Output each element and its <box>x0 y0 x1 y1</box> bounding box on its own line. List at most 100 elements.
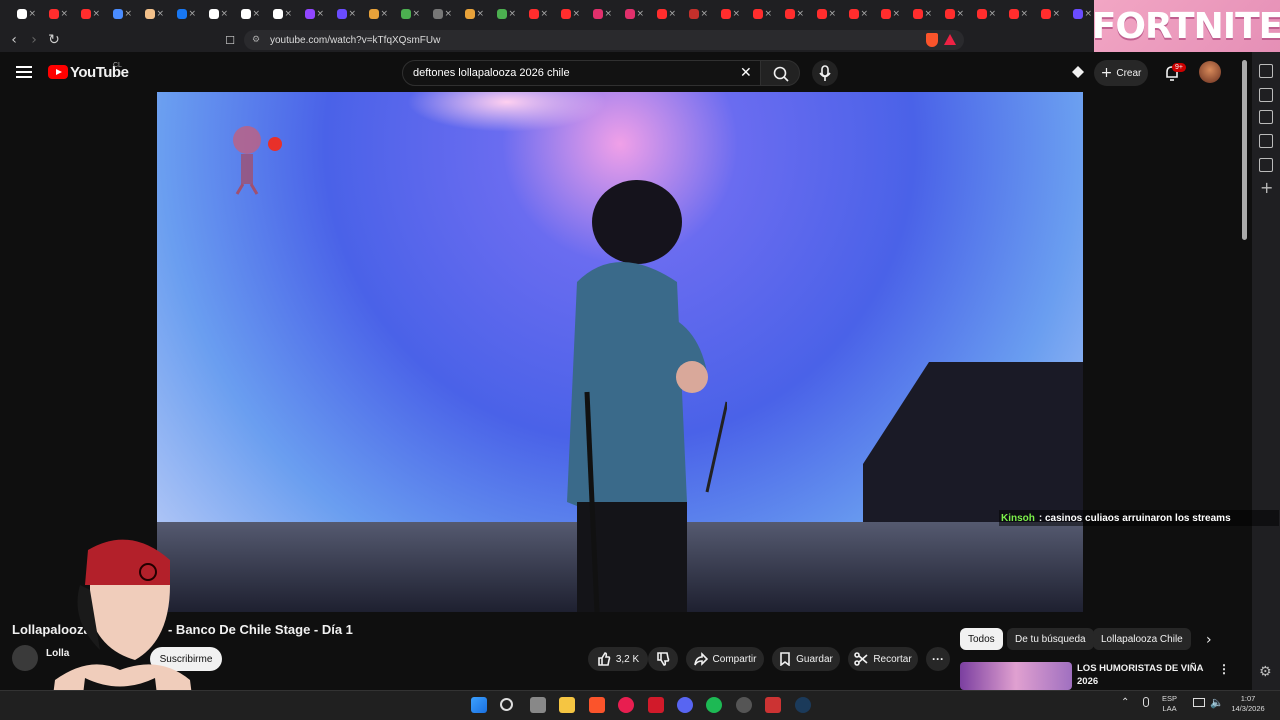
browser-tab[interactable]: × <box>966 0 998 28</box>
tab-close-icon[interactable]: × <box>924 9 932 19</box>
tab-close-icon[interactable]: × <box>572 9 580 19</box>
tab-close-icon[interactable]: × <box>700 9 708 19</box>
tab-close-icon[interactable]: × <box>348 9 356 19</box>
tab-close-icon[interactable]: × <box>988 9 996 19</box>
tab-close-icon[interactable]: × <box>284 9 292 19</box>
chip-de-tu-busqueda[interactable]: De tu búsqueda <box>1007 628 1094 650</box>
menu-icon[interactable] <box>16 66 32 78</box>
more-actions-button[interactable]: ··· <box>926 647 950 671</box>
browser-tab[interactable]: × <box>518 0 550 28</box>
create-button[interactable]: + Crear <box>1094 60 1148 86</box>
tab-close-icon[interactable]: × <box>444 9 452 19</box>
browser-tab[interactable]: × <box>774 0 806 28</box>
browser-tab[interactable]: × <box>902 0 934 28</box>
browser-tab[interactable]: × <box>742 0 774 28</box>
browser-tab[interactable]: × <box>838 0 870 28</box>
sidebar-icon-2[interactable] <box>1259 88 1273 102</box>
youtube-logo-icon[interactable] <box>48 65 68 79</box>
browser-tab[interactable]: × <box>454 0 486 28</box>
tray-mic-icon[interactable] <box>1143 697 1149 707</box>
tab-close-icon[interactable]: × <box>476 9 484 19</box>
tab-close-icon[interactable]: × <box>796 9 804 19</box>
tab-close-icon[interactable]: × <box>28 9 36 19</box>
like-button[interactable]: 3,2 K <box>588 647 648 671</box>
site-info-icon[interactable]: ⚙ <box>252 35 260 45</box>
chip-lollapalooza-chile[interactable]: Lollapalooza Chile <box>1093 628 1191 650</box>
browser-tab[interactable]: × <box>806 0 838 28</box>
browser-tab[interactable]: × <box>870 0 902 28</box>
discord-icon[interactable] <box>677 697 693 713</box>
browser-tab[interactable]: × <box>198 0 230 28</box>
video-player[interactable] <box>157 92 1083 612</box>
sidebar-icon-1[interactable] <box>1259 64 1273 78</box>
tab-close-icon[interactable]: × <box>220 9 228 19</box>
browser-tab[interactable]: × <box>262 0 294 28</box>
tab-close-icon[interactable]: × <box>604 9 612 19</box>
media-player-icon[interactable] <box>618 697 634 713</box>
page-scrollbar[interactable] <box>1242 60 1247 240</box>
account-avatar[interactable] <box>1199 61 1221 83</box>
browser-tab[interactable]: × <box>70 0 102 28</box>
add-icon[interactable]: + <box>1260 178 1273 197</box>
language-indicator[interactable]: ESP LAA <box>1162 694 1177 714</box>
tab-close-icon[interactable]: × <box>956 9 964 19</box>
steam-icon[interactable] <box>795 697 811 713</box>
search-input[interactable]: deftones lollapalooza 2026 chile <box>402 60 764 86</box>
spotify-icon[interactable] <box>706 697 722 713</box>
browser-tab[interactable]: × <box>422 0 454 28</box>
browser-tab[interactable]: × <box>582 0 614 28</box>
browser-tab[interactable]: × <box>646 0 678 28</box>
network-icon[interactable] <box>1193 698 1205 707</box>
volume-icon[interactable]: 🔈 <box>1210 696 1224 709</box>
settings-icon[interactable]: ⚙ <box>1259 664 1272 680</box>
taskbar-search-icon[interactable] <box>500 698 513 711</box>
browser-tab[interactable]: × <box>486 0 518 28</box>
browser-tab[interactable]: × <box>38 0 70 28</box>
tray-chevron-icon[interactable]: ⌃ <box>1121 697 1129 708</box>
tab-close-icon[interactable]: × <box>892 9 900 19</box>
app-icon-v[interactable] <box>765 697 781 713</box>
tab-close-icon[interactable]: × <box>764 9 772 19</box>
tab-close-icon[interactable]: × <box>316 9 324 19</box>
voice-search-button[interactable] <box>812 60 838 86</box>
browser-tab[interactable]: × <box>998 0 1030 28</box>
tab-close-icon[interactable]: × <box>92 9 100 19</box>
tab-close-icon[interactable]: × <box>508 9 516 19</box>
browser-tab[interactable]: × <box>1030 0 1062 28</box>
clock[interactable]: 1:07 14/3/2026 <box>1228 694 1268 714</box>
tab-close-icon[interactable]: × <box>124 9 132 19</box>
tab-close-icon[interactable]: × <box>188 9 196 19</box>
wallet-icon[interactable] <box>1259 110 1273 124</box>
tab-close-icon[interactable]: × <box>156 9 164 19</box>
tab-close-icon[interactable]: × <box>1020 9 1028 19</box>
back-button[interactable]: ‹ <box>4 30 24 50</box>
tab-close-icon[interactable]: × <box>668 9 676 19</box>
share-button[interactable]: Compartir <box>686 647 764 671</box>
chevron-right-icon[interactable]: › <box>1206 632 1212 648</box>
brave-rewards-icon[interactable] <box>944 34 956 45</box>
recommended-menu-icon[interactable]: ⋮ <box>1218 662 1230 676</box>
tab-close-icon[interactable]: × <box>860 9 868 19</box>
brave-shield-icon[interactable] <box>926 33 938 47</box>
browser-tab[interactable]: × <box>6 0 38 28</box>
dislike-button[interactable] <box>648 647 678 671</box>
browser-tab[interactable]: × <box>326 0 358 28</box>
browser-tab[interactable]: × <box>102 0 134 28</box>
brave-browser-icon[interactable] <box>589 697 605 713</box>
cast-icon[interactable] <box>1070 64 1086 80</box>
tab-close-icon[interactable]: × <box>1052 9 1060 19</box>
recommended-title[interactable]: LOS HUMORISTAS DE VIÑA 2026 <box>1077 662 1207 688</box>
tab-close-icon[interactable]: × <box>636 9 644 19</box>
save-button[interactable]: Guardar <box>772 647 840 671</box>
tab-close-icon[interactable]: × <box>380 9 388 19</box>
tab-close-icon[interactable]: × <box>828 9 836 19</box>
address-bar[interactable]: ⚙ youtube.com/watch?v=kTfqXQsmFUw <box>244 30 964 50</box>
tab-close-icon[interactable]: × <box>732 9 740 19</box>
browser-tab[interactable]: × <box>934 0 966 28</box>
bookmark-icon[interactable]: ☐ <box>220 30 240 50</box>
forward-button[interactable]: › <box>24 30 44 50</box>
browser-tab[interactable]: × <box>1062 0 1094 28</box>
app-icon-a[interactable] <box>648 697 664 713</box>
search-button[interactable] <box>760 60 800 86</box>
windows-start-icon[interactable] <box>471 697 487 713</box>
